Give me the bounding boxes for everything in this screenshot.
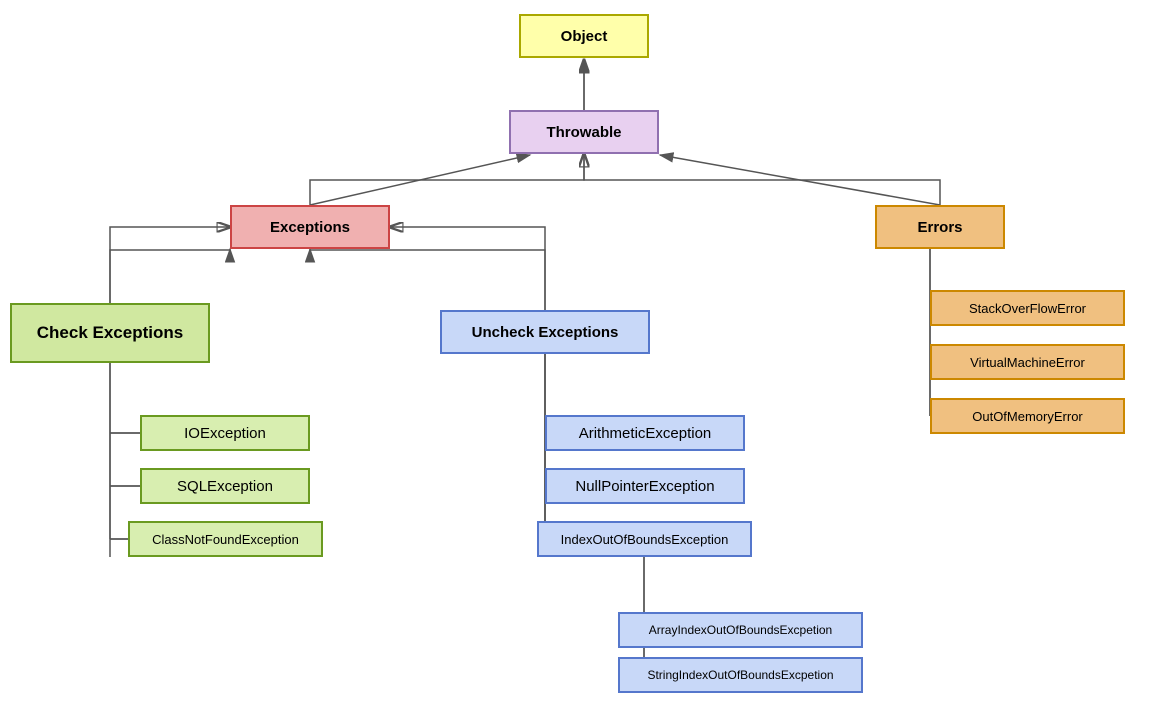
ioexception-node: IOException bbox=[140, 415, 310, 451]
throwable-node: Throwable bbox=[509, 110, 659, 154]
indexoutofbounds-node: IndexOutOfBoundsException bbox=[537, 521, 752, 557]
arrayindex-node: ArrayIndexOutOfBoundsExcpetion bbox=[618, 612, 863, 648]
diagram: Object Throwable Exceptions Errors Check… bbox=[0, 0, 1168, 701]
virtualmachine-node: VirtualMachineError bbox=[930, 344, 1125, 380]
uncheck-exceptions-node: Uncheck Exceptions bbox=[440, 310, 650, 354]
errors-node: Errors bbox=[875, 205, 1005, 249]
outofmemory-node: OutOfMemoryError bbox=[930, 398, 1125, 434]
stringindex-node: StringIndexOutOfBoundsExcpetion bbox=[618, 657, 863, 693]
sqlexception-node: SQLException bbox=[140, 468, 310, 504]
exceptions-node: Exceptions bbox=[230, 205, 390, 249]
check-exceptions-node: Check Exceptions bbox=[10, 303, 210, 363]
arithmetic-node: ArithmeticException bbox=[545, 415, 745, 451]
stackoverflow-node: StackOverFlowError bbox=[930, 290, 1125, 326]
classnotfound-node: ClassNotFoundException bbox=[128, 521, 323, 557]
object-node: Object bbox=[519, 14, 649, 58]
nullpointer-node: NullPointerException bbox=[545, 468, 745, 504]
